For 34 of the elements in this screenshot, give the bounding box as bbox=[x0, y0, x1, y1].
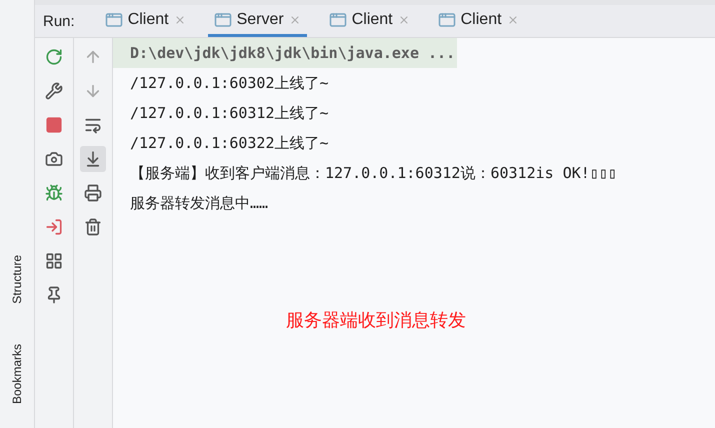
window-icon bbox=[104, 10, 123, 28]
console-line: /127.0.0.1:60322上线了~ bbox=[129, 133, 330, 154]
window-icon bbox=[214, 10, 232, 28]
printer-icon bbox=[84, 184, 102, 202]
close-icon[interactable] bbox=[174, 14, 186, 26]
run-tab[interactable]: Client bbox=[98, 5, 192, 37]
rerun-icon bbox=[45, 48, 63, 66]
scroll-to-end-button[interactable] bbox=[80, 146, 106, 172]
run-tab[interactable]: Client bbox=[322, 5, 416, 37]
console-line: /127.0.0.1:60312上线了~ bbox=[129, 103, 330, 124]
run-label: Run: bbox=[43, 12, 75, 30]
window-icon bbox=[328, 10, 347, 28]
console-line: /127.0.0.1:60302上线了~ bbox=[129, 73, 330, 94]
bug-icon bbox=[45, 184, 63, 202]
run-tab[interactable]: Client bbox=[432, 5, 525, 37]
console-line: 【服务端】收到客户端消息：127.0.0.1:60312说：60312is OK!▯▯▯ bbox=[129, 163, 618, 184]
stop-icon bbox=[45, 116, 63, 134]
layout-icon bbox=[45, 252, 63, 270]
close-icon[interactable] bbox=[398, 14, 410, 26]
down-arrow-icon bbox=[84, 82, 102, 100]
camera-icon bbox=[45, 150, 63, 168]
close-icon[interactable] bbox=[288, 14, 301, 26]
tool-window-tab[interactable]: Structure bbox=[10, 255, 24, 304]
pin-icon bbox=[45, 286, 63, 304]
window-icon bbox=[438, 10, 456, 28]
console-line: 服务器转发消息中…… bbox=[129, 193, 270, 214]
trash-icon bbox=[84, 218, 102, 236]
scroll-to-end-icon bbox=[84, 150, 102, 168]
login-icon bbox=[45, 218, 63, 236]
wrench-icon bbox=[45, 82, 63, 100]
annotation-text: 服务器端收到消息转发 bbox=[286, 309, 466, 332]
tool-window-tab[interactable]: Bookmarks bbox=[10, 344, 24, 404]
close-icon[interactable] bbox=[506, 14, 519, 26]
wrap-icon bbox=[84, 116, 102, 134]
